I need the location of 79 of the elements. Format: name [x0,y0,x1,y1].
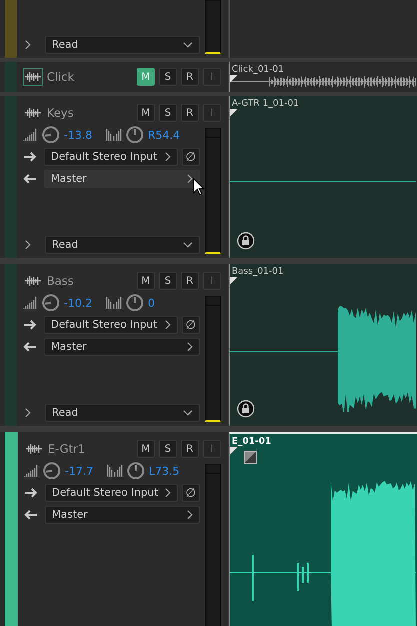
input-dropdown[interactable]: Default Stereo Input [45,484,178,502]
fade-handle-icon [244,451,257,464]
pan-bars-icon [106,128,122,142]
mouse-cursor-icon [193,178,205,196]
volume-value[interactable]: -10.2 [64,296,102,310]
track-toggle-button[interactable]: S [159,104,177,122]
track-name: Bass [47,274,75,288]
phase-invert-button[interactable]: ∅ [182,484,200,502]
knob-icon [43,462,61,480]
clip-name: Bass_01-01 [232,267,284,277]
chevron-down-icon [183,410,193,416]
arrow-right-icon [24,486,38,500]
lock-icon [237,232,255,250]
clip-name: Click_01-01 [232,65,284,75]
knob-icon [126,126,144,144]
knob-icon [42,126,60,144]
arrow-right-icon [23,318,37,332]
knob-icon [126,294,144,312]
track-toggle-button[interactable]: M [137,272,155,290]
pan-value[interactable]: L73.5 [149,464,187,478]
fade-marker-icon [230,75,238,83]
audio-clip[interactable]: Click_01-01 [229,62,417,92]
track-name: Click [47,70,76,84]
phase-invert-button[interactable]: ∅ [182,148,200,166]
fade-marker-icon [230,447,238,455]
knob-icon [42,294,60,312]
volume-bars-icon [23,296,38,310]
fade-marker-icon [230,277,238,285]
expand-chevron-icon [25,240,31,250]
track-toggle-button[interactable]: R [181,104,199,122]
lock-icon [237,400,255,418]
track-type-icon[interactable] [23,68,43,86]
arrow-left-icon [23,340,37,354]
knob-icon [127,462,145,480]
pan-bars-icon [106,296,122,310]
output-dropdown[interactable]: Master [44,338,200,356]
arrow-left-icon [23,172,37,186]
track-toggle-button[interactable]: M [137,104,155,122]
clip-name: E_01-01 [232,437,272,447]
phase-invert-button[interactable]: ∅ [182,316,200,334]
track-toggle-button[interactable]: S [159,272,177,290]
audio-clip[interactable]: Bass_01-01 [229,264,417,426]
volume-bars-icon [23,128,38,142]
fade-marker-icon [230,109,238,117]
automation-dropdown[interactable]: Read [45,36,200,54]
arrow-left-icon [24,508,38,522]
expand-chevron-icon [25,40,31,50]
chevron-down-icon [183,242,193,248]
volume-bars-icon [24,464,39,478]
expand-chevron-icon [25,408,31,418]
automation-dropdown[interactable]: Read [45,236,200,254]
chevron-right-icon [165,152,171,162]
track-name: E-Gtr1 [48,442,86,456]
track-toggle-button[interactable]: S [159,440,177,458]
automation-dropdown[interactable]: Read [45,404,200,422]
pan-value[interactable]: 0 [148,296,186,310]
volume-value[interactable]: -13.8 [64,128,102,142]
track-toggle-button[interactable]: M [137,440,155,458]
arrow-right-icon [23,150,37,164]
chevron-right-icon [165,320,171,330]
track-name: Keys [47,106,75,120]
track-toggle-button[interactable]: R [181,272,199,290]
chevron-right-icon [187,342,193,352]
pan-bars-icon [107,464,123,478]
chevron-right-icon [187,510,193,520]
input-dropdown[interactable]: Default Stereo Input [44,148,178,166]
audio-clip[interactable]: E_01-01 [229,432,417,626]
clip-name: A-GTR 1_01-01 [232,99,300,109]
volume-value[interactable]: -17.7 [65,464,103,478]
level-meter [205,0,221,54]
chevron-right-icon [187,174,193,184]
output-dropdown[interactable]: Master [45,506,200,524]
chevron-right-icon [165,488,171,498]
track-toggle-button[interactable]: S [159,68,177,86]
track-toggle-button[interactable]: R [181,440,199,458]
track-toggle-button[interactable]: R [181,68,199,86]
chevron-down-icon [183,42,193,48]
pan-value[interactable]: R54.4 [148,128,186,142]
input-dropdown[interactable]: Default Stereo Input [44,316,178,334]
